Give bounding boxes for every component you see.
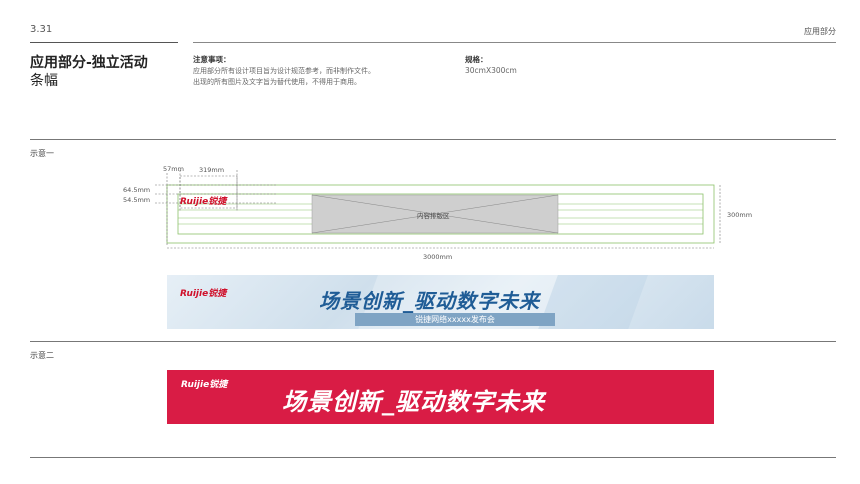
- dim-label-57mm: 57mm: [163, 165, 184, 173]
- footer-rule: [30, 457, 836, 458]
- spec-heading: 规格：: [465, 55, 488, 64]
- section-divider-1: [30, 139, 836, 140]
- banner-1-brand-logo: Ruijie锐捷: [180, 289, 227, 299]
- content-area-label: 内容排版区: [417, 212, 450, 220]
- dim-label-64-5mm: 64.5mm: [123, 186, 151, 194]
- example-1-label: 示意一: [30, 149, 54, 158]
- banner-2-slogan: 场景创新_驱动数字未来: [282, 388, 545, 416]
- notes-heading: 注意事项：: [193, 55, 231, 64]
- page-number: 3.31: [30, 24, 53, 35]
- diagram-brand-logo: Ruijie锐捷: [180, 197, 227, 207]
- header-rule-left: [30, 42, 178, 43]
- dim-label-300mm: 300mm: [727, 211, 753, 219]
- page-title: 应用部分-独立活动: [30, 55, 148, 71]
- spec-value: 30cmX300cm: [465, 66, 517, 75]
- note-line-2: 出现的所有图片及文字旨为替代使用，不得用于商用。: [193, 78, 361, 86]
- banner-2-brand-logo: Ruijie锐捷: [181, 380, 228, 390]
- page-subtitle: 条幅: [30, 73, 58, 89]
- section-divider-2: [30, 341, 836, 342]
- banner-1-slogan: 场景创新_驱动数字未来: [319, 289, 540, 313]
- banner-example-1: Ruijie锐捷 场景创新_驱动数字未来 锐捷网络xxxxx发布会: [167, 275, 714, 329]
- section-label: 应用部分: [804, 27, 836, 36]
- dim-label-319mm: 319mm: [199, 166, 225, 174]
- banner-1-event-bar: 锐捷网络xxxxx发布会: [355, 313, 555, 326]
- note-line-1: 应用部分所有设计项目旨为设计规范参考，而非制作文件。: [193, 67, 375, 75]
- banner-example-2: Ruijie锐捷 场景创新_驱动数字未来: [167, 370, 714, 424]
- dim-label-54-5mm: 54.5mm: [123, 196, 151, 204]
- example-2-label: 示意二: [30, 351, 54, 360]
- header-rule-right: [193, 42, 836, 43]
- dim-label-3000mm: 3000mm: [423, 253, 453, 261]
